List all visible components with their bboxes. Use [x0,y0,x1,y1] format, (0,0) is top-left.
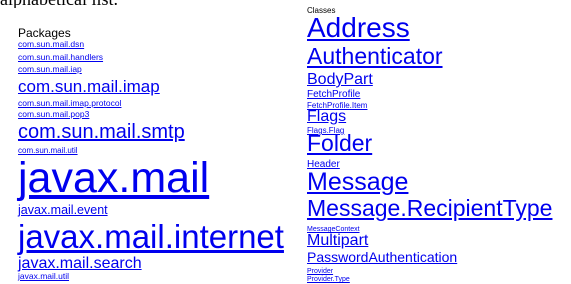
class-link[interactable]: Authenticator [307,44,443,69]
class-link[interactable]: Message [307,168,408,196]
package-link[interactable]: com.sun.mail.smtp [18,121,185,143]
package-link[interactable]: com.sun.mail.pop3 [18,110,89,119]
classes-tag-cloud: Address Authenticator BodyPart FetchProf… [307,0,571,283]
package-link[interactable]: javax.mail.util [18,272,69,281]
class-link[interactable]: Flags [307,108,346,126]
class-link[interactable]: BodyPart [307,71,373,89]
package-link[interactable]: com.sun.mail.imap [18,77,160,96]
package-link[interactable]: com.sun.mail.handlers [18,53,103,62]
package-link[interactable]: com.sun.mail.iap [18,65,82,74]
package-link[interactable]: javax.mail.event [18,203,108,217]
package-link[interactable]: javax.mail [18,155,209,202]
class-link[interactable]: Folder [307,131,372,156]
class-link[interactable]: Message.RecipientType [307,196,552,221]
class-link[interactable]: FetchProfile [307,89,360,100]
package-link[interactable]: com.sun.mail.imap.protocol [18,99,121,108]
class-link[interactable]: PasswordAuthentication [307,250,457,265]
class-link[interactable]: Address [307,12,410,43]
packages-tag-cloud: com.sun.mail.dsn com.sun.mail.handlers c… [18,0,318,283]
class-link[interactable]: Multipart [307,232,368,250]
package-link[interactable]: javax.mail.internet [18,219,284,255]
class-link[interactable]: Provider [307,268,333,276]
package-link[interactable]: com.sun.mail.dsn [18,40,84,49]
